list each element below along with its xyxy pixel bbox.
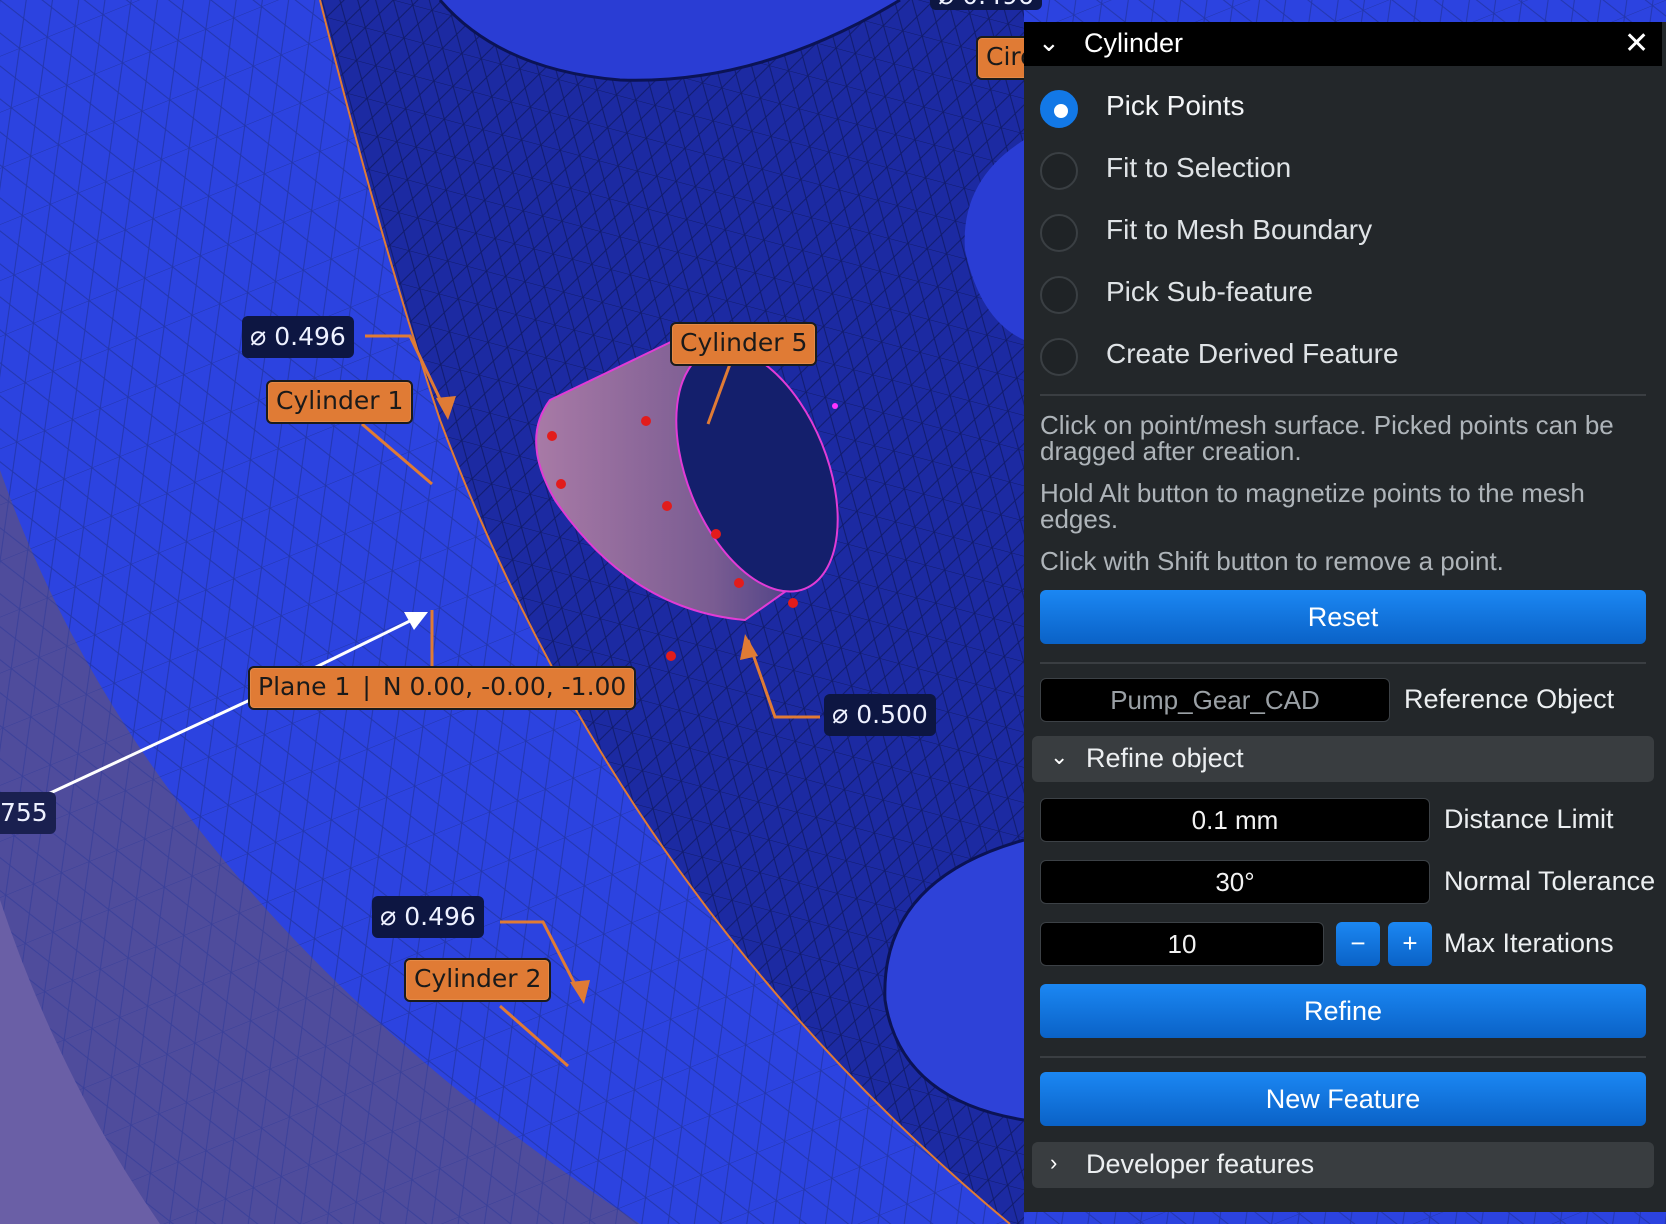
- normal-tolerance-field[interactable]: 30°: [1040, 860, 1430, 904]
- mode-label: Pick Sub-feature: [1106, 276, 1313, 307]
- cylinder-panel: ⌄ Cylinder ✕ Pick Points Fit to Selectio…: [1024, 22, 1666, 1212]
- refine-button[interactable]: Refine: [1040, 984, 1646, 1038]
- max-iterations-label: Max Iterations: [1444, 928, 1614, 958]
- diameter-label-top[interactable]: ⌀0.496: [930, 0, 1042, 10]
- max-iterations-field[interactable]: 10: [1040, 922, 1324, 966]
- distance-limit-field[interactable]: 0.1 mm: [1040, 798, 1430, 842]
- mode-create-derived-feature[interactable]: Create Derived Feature: [1040, 334, 1640, 384]
- mode-pick-sub-feature[interactable]: Pick Sub-feature: [1040, 272, 1640, 322]
- cylinder-2-label[interactable]: Cylinder 2: [404, 958, 552, 1002]
- refine-object-section[interactable]: ⌄ Refine object: [1032, 736, 1654, 782]
- mode-label: Fit to Mesh Boundary: [1106, 214, 1373, 245]
- diameter-icon: ⌀: [380, 901, 397, 932]
- radio-unselected[interactable]: [1040, 152, 1078, 190]
- help-text-alt: Hold Alt button to magnetize points to t…: [1040, 478, 1585, 534]
- mode-pick-points[interactable]: Pick Points: [1040, 86, 1640, 136]
- divider: [1040, 1056, 1646, 1058]
- diameter-icon: ⌀: [938, 0, 954, 11]
- chevron-down-icon[interactable]: ⌄: [1038, 27, 1060, 58]
- divider: [1040, 394, 1646, 396]
- mode-fit-to-mesh-boundary[interactable]: Fit to Mesh Boundary: [1040, 210, 1640, 260]
- radio-unselected[interactable]: [1040, 338, 1078, 376]
- section-label: Developer features: [1086, 1149, 1315, 1179]
- divider: [1040, 662, 1646, 664]
- mode-label: Pick Points: [1106, 90, 1245, 121]
- distance-limit-label: Distance Limit: [1444, 804, 1614, 834]
- mode-fit-to-selection[interactable]: Fit to Selection: [1040, 148, 1640, 198]
- cylinder-1-label[interactable]: Cylinder 1: [266, 380, 414, 424]
- section-label: Refine object: [1086, 743, 1244, 773]
- reset-button[interactable]: Reset: [1040, 590, 1646, 644]
- help-text-pick: Click on point/mesh surface. Picked poin…: [1040, 410, 1614, 466]
- plane-1-label[interactable]: Plane 1 | N 0.00, -0.00, -1.00: [248, 666, 637, 710]
- decrement-button[interactable]: −: [1336, 922, 1380, 966]
- help-text-shift: Click with Shift button to remove a poin…: [1040, 546, 1504, 576]
- panel-title: Cylinder: [1084, 28, 1184, 58]
- radio-selected[interactable]: [1040, 90, 1078, 128]
- radio-unselected[interactable]: [1040, 214, 1078, 252]
- chevron-down-icon: ⌄: [1050, 744, 1069, 769]
- panel-header: ⌄ Cylinder ✕: [1024, 22, 1662, 66]
- normal-tolerance-label: Normal Tolerance: [1444, 866, 1656, 896]
- increment-button[interactable]: +: [1388, 922, 1432, 966]
- diameter-icon: ⌀: [832, 699, 849, 730]
- radio-unselected[interactable]: [1040, 276, 1078, 314]
- diameter-label-2[interactable]: ⌀ 0.496: [372, 896, 484, 938]
- cylinder-5-label[interactable]: Cylinder 5: [670, 322, 818, 366]
- mode-label: Fit to Selection: [1106, 152, 1292, 183]
- diameter-icon: ⌀: [250, 321, 267, 352]
- diameter-label-1[interactable]: ⌀ 0.496: [242, 316, 354, 358]
- chevron-right-icon: ›: [1050, 1150, 1058, 1175]
- mode-label: Create Derived Feature: [1106, 338, 1399, 369]
- diameter-label-500[interactable]: ⌀ 0.500: [824, 694, 936, 736]
- developer-features-section[interactable]: › Developer features: [1032, 1142, 1654, 1188]
- close-icon[interactable]: ✕: [1624, 26, 1649, 61]
- reference-object-label: Reference Object: [1404, 684, 1615, 714]
- new-feature-button[interactable]: New Feature: [1040, 1072, 1646, 1126]
- reference-object-field[interactable]: Pump_Gear_CAD: [1040, 678, 1390, 722]
- plane-distance-label[interactable]: 755: [0, 792, 56, 834]
